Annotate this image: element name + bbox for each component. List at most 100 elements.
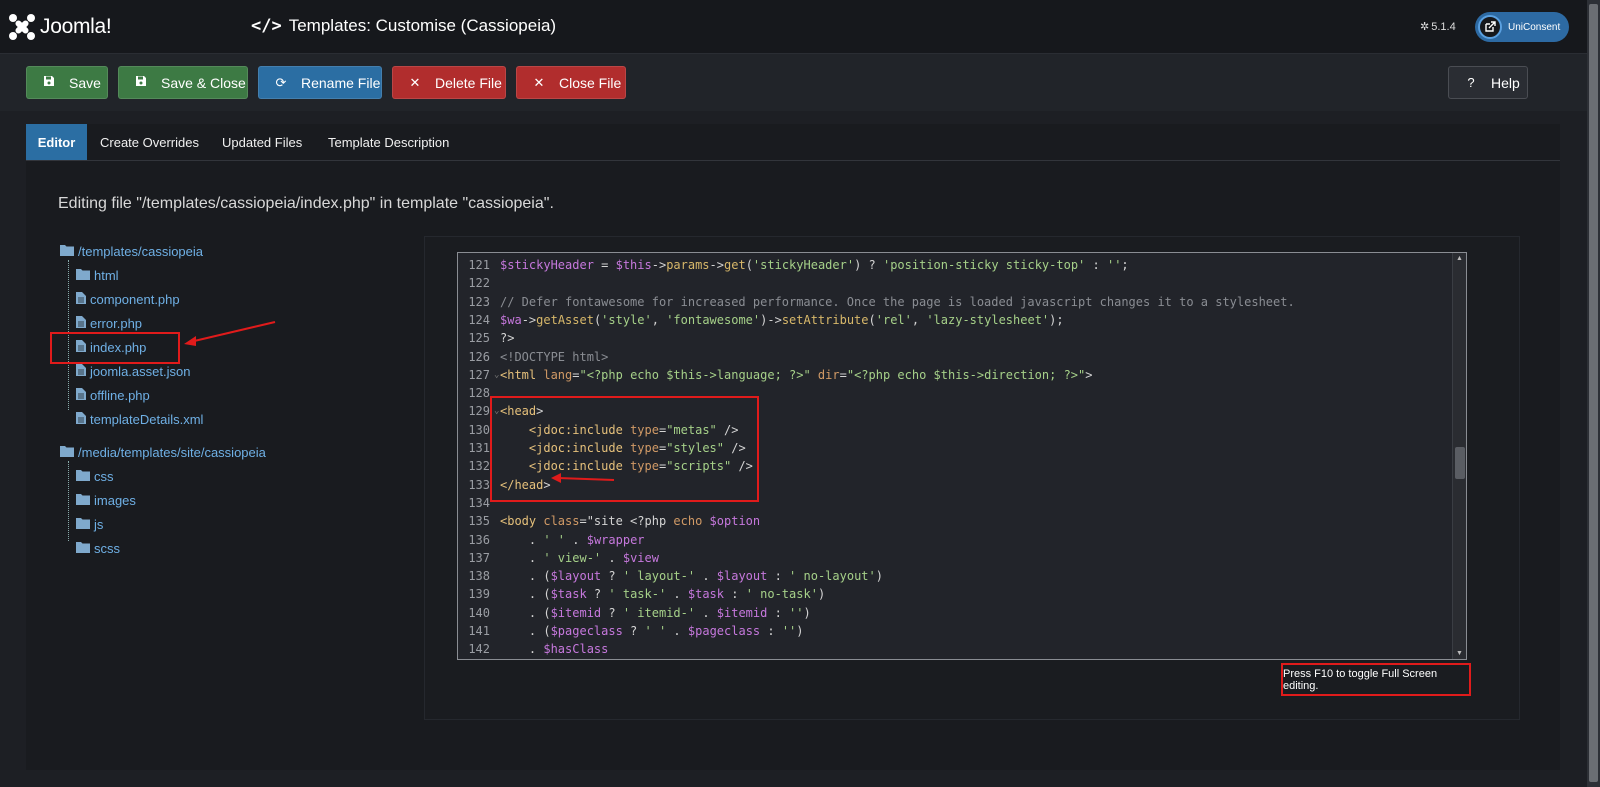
folder-icon xyxy=(60,445,74,460)
code-line[interactable]: 136 . ' ' . $wrapper xyxy=(458,531,644,549)
tab-create-overrides[interactable]: Create Overrides xyxy=(100,124,199,160)
tree-item-label: index.php xyxy=(90,340,147,355)
joomla-logo-icon xyxy=(9,14,35,40)
code-line[interactable]: 125 ?> xyxy=(458,329,514,347)
delete-file-button[interactable]: ✕ Delete File xyxy=(392,66,506,99)
code-line[interactable]: 134 xyxy=(458,494,500,512)
tree-folder-scss[interactable]: scss xyxy=(76,541,120,556)
save-button[interactable]: Save xyxy=(26,66,108,99)
close-file-button[interactable]: ✕ Close File xyxy=(516,66,626,99)
question-icon: ? xyxy=(1467,75,1475,90)
page-scrollbar[interactable] xyxy=(1587,0,1600,787)
line-number: 121 xyxy=(468,258,490,272)
code-line[interactable]: 122 xyxy=(458,274,500,292)
code-line[interactable]: 141 . ($pageclass ? ' ' . $pageclass : '… xyxy=(458,622,804,640)
code-line[interactable]: 142 . $hasClass xyxy=(458,640,608,658)
tree-folder-css[interactable]: css xyxy=(76,469,114,484)
tree-folder-templates-cassiopeia[interactable]: /templates/cassiopeia xyxy=(60,244,203,259)
floppy-icon xyxy=(43,75,55,90)
page-title: </> Templates: Customise (Cassiopeia) xyxy=(251,16,556,36)
line-number: 129 xyxy=(468,404,490,419)
sync-icon: ⟳ xyxy=(275,74,287,90)
tree-item-label: offline.php xyxy=(90,388,150,403)
tree-folder-media-cassiopeia[interactable]: /media/templates/site/cassiopeia xyxy=(60,445,266,460)
annotation-arrow-icon xyxy=(551,473,615,483)
code-line[interactable]: 130 <jdoc:include type="metas" /> xyxy=(458,421,738,439)
scroll-thumb[interactable] xyxy=(1455,447,1465,479)
fullscreen-hint: Press F10 to toggle Full Screen editing. xyxy=(1281,663,1471,696)
tree-item-label: js xyxy=(94,517,104,532)
code-line[interactable]: 128 xyxy=(458,384,500,402)
save-close-button[interactable]: Save & Close xyxy=(118,66,248,99)
line-number: 126 xyxy=(468,349,490,364)
tree-file-offline[interactable]: offline.php xyxy=(76,388,150,403)
code-line[interactable]: 129 ⌄ <head> xyxy=(458,402,543,420)
tree-file-component[interactable]: component.php xyxy=(76,292,180,307)
tree-folder-images[interactable]: images xyxy=(76,493,136,508)
version-badge: ✲ 5.1.4 xyxy=(1420,20,1456,34)
code-line[interactable]: 127 ⌄ <html lang="<?php echo $this->langua… xyxy=(458,366,1093,384)
code-text: . ($pageclass ? ' ' . $pageclass : '') xyxy=(500,624,804,638)
line-number: 142 xyxy=(468,642,490,657)
joomla-logo[interactable]: Joomla! xyxy=(8,12,112,42)
tab-editor[interactable]: Editor xyxy=(26,124,87,160)
line-number: 133 xyxy=(468,477,490,492)
save-label: Save xyxy=(69,74,101,91)
tree-file-index[interactable]: index.php xyxy=(76,340,146,355)
code-line[interactable]: 140 . ($itemid ? ' itemid-' . $itemid : … xyxy=(458,604,811,622)
code-editor[interactable]: ▲ ▼ 121 $stickyHeader = $this->params->ge… xyxy=(457,252,1467,660)
help-label: Help xyxy=(1491,74,1520,91)
code-line[interactable]: 126 <!DOCTYPE html> xyxy=(458,348,608,366)
tree-folder-js[interactable]: js xyxy=(76,517,103,532)
code-text: $stickyHeader = $this->params->get('stic… xyxy=(500,258,1129,272)
page-scroll-thumb[interactable] xyxy=(1589,4,1598,782)
code-text: <html lang="<?php echo $this->language; … xyxy=(500,367,1093,382)
line-number: 137 xyxy=(468,550,490,565)
uniconsent-button[interactable]: UniConsent xyxy=(1475,12,1569,42)
rename-file-button[interactable]: ⟳ Rename File xyxy=(258,66,382,99)
line-number: 123 xyxy=(468,294,490,309)
code-text: . ($itemid ? ' itemid-' . $itemid : '') xyxy=(500,605,811,620)
tree-file-joomla-asset[interactable]: joomla.asset.json xyxy=(76,364,190,379)
page-title-text: Templates: Customise (Cassiopeia) xyxy=(288,16,557,35)
top-header: Joomla! </> Templates: Customise (Cassio… xyxy=(0,0,1587,54)
file-icon xyxy=(76,292,86,307)
scroll-up-icon[interactable]: ▲ xyxy=(1456,255,1463,262)
help-button[interactable]: ? Help xyxy=(1448,66,1528,99)
line-number: 138 xyxy=(468,569,490,584)
line-number: 140 xyxy=(468,605,490,620)
code-line[interactable]: 135 <body class="site <?php echo $option xyxy=(458,512,760,530)
code-line[interactable]: 138 . ($layout ? ' layout-' . $layout : … xyxy=(458,567,883,585)
tree-root-label: /templates/cassiopeia xyxy=(78,244,204,259)
tab-updated-files[interactable]: Updated Files xyxy=(222,124,302,160)
scroll-down-icon[interactable]: ▼ xyxy=(1456,650,1463,657)
folder-icon xyxy=(76,517,90,532)
close-file-label: Close File xyxy=(559,74,622,91)
file-icon xyxy=(76,316,86,331)
code-line[interactable]: 131 <jdoc:include type="styles" /> xyxy=(458,439,745,457)
version-text: 5.1.4 xyxy=(1431,20,1456,33)
code-line[interactable]: 124 $wa->getAsset('style', 'fontawesome')… xyxy=(458,311,1063,329)
editing-file-message: Editing file "/templates/cassiopeia/inde… xyxy=(58,195,554,212)
save-close-label: Save & Close xyxy=(161,74,246,91)
line-number: 141 xyxy=(468,624,490,638)
code-line[interactable]: 139 . ($task ? ' task-' . $task : ' no-t… xyxy=(458,585,825,603)
code-line[interactable]: 123 // Defer fontawesome for increased pe… xyxy=(458,293,1294,311)
tab-template-description[interactable]: Template Description xyxy=(328,124,449,160)
tree-item-label: error.php xyxy=(90,316,143,331)
tree-file-error[interactable]: error.php xyxy=(76,316,142,331)
code-line[interactable]: 133 </head> xyxy=(458,476,550,494)
line-number: 125 xyxy=(468,331,490,346)
code-text: <jdoc:include type="scripts" /> xyxy=(528,459,753,474)
code-line[interactable]: 137 . ' view-' . $view xyxy=(458,549,659,567)
line-number: 139 xyxy=(468,587,490,602)
file-icon xyxy=(76,388,86,403)
code-line[interactable]: 121 $stickyHeader = $this->params->get('s… xyxy=(458,256,1129,274)
editor-scrollbar[interactable]: ▲ ▼ xyxy=(1452,253,1466,659)
code-text: <jdoc:include type="metas" /> xyxy=(528,422,739,437)
tree-folder-html[interactable]: html xyxy=(76,268,119,283)
folder-icon xyxy=(76,469,90,484)
folder-icon xyxy=(76,541,90,556)
uniconsent-label: UniConsent xyxy=(1508,21,1561,33)
tree-file-template-details[interactable]: templateDetails.xml xyxy=(76,412,203,427)
